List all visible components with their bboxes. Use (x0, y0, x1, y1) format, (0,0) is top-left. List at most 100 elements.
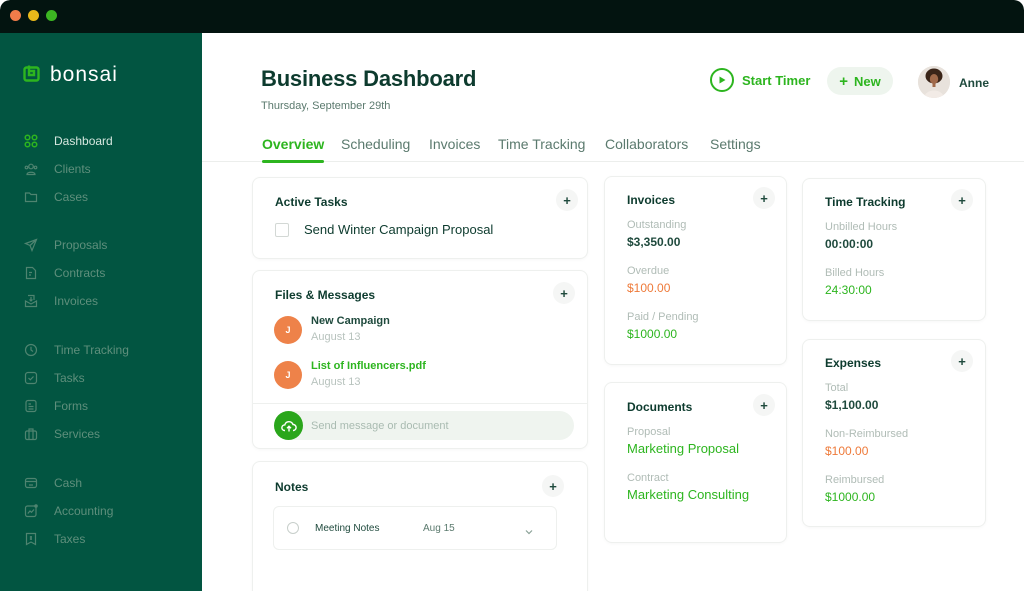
document-link[interactable]: Marketing Consulting (627, 487, 749, 502)
reimbursed-value: $1000.00 (825, 490, 876, 504)
chart-icon (23, 503, 39, 519)
add-document-button[interactable]: + (753, 394, 775, 416)
sidebar-item-contracts[interactable]: Contracts (23, 263, 105, 283)
stat-label: Paid / Pending (627, 311, 699, 323)
tab-collaborators[interactable]: Collaborators (605, 136, 688, 162)
brand-logo[interactable]: bonsai (23, 63, 118, 87)
stat-label: Billed Hours (825, 267, 885, 279)
tab-scheduling[interactable]: Scheduling (341, 136, 410, 162)
note-radio[interactable] (287, 522, 299, 534)
sidebar: bonsai Dashboard Clients Cases Proposals (0, 33, 202, 591)
title-bar (0, 0, 1024, 33)
sidebar-item-label: Clients (54, 162, 91, 176)
clock-icon (23, 342, 39, 358)
doc-type-label: Proposal (627, 426, 671, 438)
sidebar-item-dashboard[interactable]: Dashboard (23, 131, 113, 151)
upload-button[interactable] (274, 411, 303, 440)
unbilled-hours-value: 00:00:00 (825, 237, 874, 251)
briefcase-icon (23, 426, 39, 442)
sidebar-item-forms[interactable]: Forms (23, 396, 88, 416)
folder-icon (23, 189, 39, 205)
card-title: Files & Messages (275, 288, 376, 302)
tab-overview[interactable]: Overview (262, 136, 325, 163)
add-note-button[interactable]: + (542, 475, 564, 497)
note-title: Meeting Notes (315, 522, 380, 534)
sidebar-item-label: Cash (54, 476, 83, 490)
message-date: August 13 (311, 331, 361, 343)
sidebar-item-tasks[interactable]: Tasks (23, 368, 85, 388)
chevron-down-icon[interactable] (524, 523, 534, 541)
start-timer-button[interactable]: Start Timer (710, 68, 810, 92)
stat-label: Reimbursed (825, 474, 885, 486)
cloud-upload-icon (280, 420, 297, 431)
sidebar-item-time-tracking[interactable]: Time Tracking (23, 340, 129, 360)
tab-bar: Overview Scheduling Invoices Time Tracki… (202, 133, 1024, 163)
sidebar-item-taxes[interactable]: Taxes (23, 529, 85, 549)
time-tracking-card: Time Tracking + Unbilled Hours 00:00:00 … (802, 178, 986, 321)
non-reimbursed-value: $100.00 (825, 444, 869, 458)
plus-icon: + (839, 72, 849, 90)
stat-label: Non-Reimbursed (825, 428, 909, 440)
users-icon (23, 161, 39, 177)
documents-card: Documents + Proposal Marketing Proposal … (604, 382, 787, 543)
card-icon (23, 475, 39, 491)
sidebar-item-clients[interactable]: Clients (23, 159, 91, 179)
paid-pending-value: $1000.00 (627, 327, 678, 341)
active-tasks-card: Active Tasks + Send Winter Campaign Prop… (252, 177, 588, 259)
send-message-bar (274, 411, 574, 440)
invoices-card: Invoices + Outstanding $3,350.00 Overdue… (604, 176, 787, 365)
maximize-window-button[interactable] (46, 10, 57, 21)
form-icon (23, 398, 39, 414)
sidebar-item-accounting[interactable]: Accounting (23, 501, 113, 521)
user-photo-icon (918, 66, 950, 98)
send-message-input[interactable] (311, 419, 561, 432)
start-timer-label: Start Timer (742, 72, 811, 88)
tab-time-tracking[interactable]: Time Tracking (498, 136, 585, 162)
add-task-button[interactable]: + (556, 189, 578, 211)
expenses-card: Expenses + Total $1,100.00 Non-Reimburse… (802, 339, 986, 527)
add-expense-button[interactable]: + (951, 350, 973, 372)
file-link[interactable]: List of Influencers.pdf (311, 359, 426, 374)
new-button[interactable]: + New (827, 67, 893, 95)
file-date: August 13 (311, 376, 361, 388)
stat-label: Total (825, 382, 849, 394)
task-checkbox[interactable] (275, 222, 289, 237)
sidebar-item-label: Time Tracking (54, 343, 129, 357)
tab-settings[interactable]: Settings (710, 136, 761, 162)
card-title: Active Tasks (275, 195, 348, 209)
sidebar-item-label: Forms (54, 399, 88, 413)
task-check-icon (23, 370, 39, 386)
billed-hours-value: 24:30:00 (825, 283, 872, 297)
sidebar-item-label: Tasks (54, 371, 85, 385)
close-window-button[interactable] (10, 10, 21, 21)
divider (253, 403, 587, 404)
invoice-icon (23, 293, 39, 309)
play-icon (710, 68, 734, 92)
sidebar-item-label: Taxes (54, 532, 86, 546)
sidebar-item-label: Cases (54, 190, 89, 204)
document-link[interactable]: Marketing Proposal (627, 441, 739, 456)
sender-avatar: J (274, 361, 302, 389)
sidebar-item-proposals[interactable]: Proposals (23, 235, 107, 255)
tab-invoices[interactable]: Invoices (429, 136, 480, 162)
message-title: New Campaign (311, 315, 390, 327)
page-date: Thursday, September 29th (261, 100, 391, 112)
card-title: Invoices (627, 193, 676, 207)
add-file-button[interactable]: + (553, 282, 575, 304)
sidebar-item-cases[interactable]: Cases (23, 187, 88, 207)
add-time-entry-button[interactable]: + (951, 189, 973, 211)
file-item[interactable]: J List of Influencers.pdf August 13 (274, 359, 426, 390)
sender-avatar: J (274, 316, 302, 344)
sidebar-item-label: Services (54, 427, 101, 441)
avatar[interactable] (918, 66, 950, 98)
add-invoice-button[interactable]: + (753, 187, 775, 209)
note-item[interactable]: Meeting Notes Aug 15 (273, 506, 557, 550)
outstanding-value: $3,350.00 (627, 235, 681, 249)
message-item[interactable]: J New Campaign August 13 (274, 314, 390, 345)
sidebar-item-cash[interactable]: Cash (23, 473, 82, 493)
bonsai-logo-icon (23, 64, 41, 87)
sidebar-item-invoices[interactable]: Invoices (23, 291, 98, 311)
minimize-window-button[interactable] (28, 10, 39, 21)
task-label[interactable]: Send Winter Campaign Proposal (304, 222, 493, 237)
sidebar-item-services[interactable]: Services (23, 424, 100, 444)
